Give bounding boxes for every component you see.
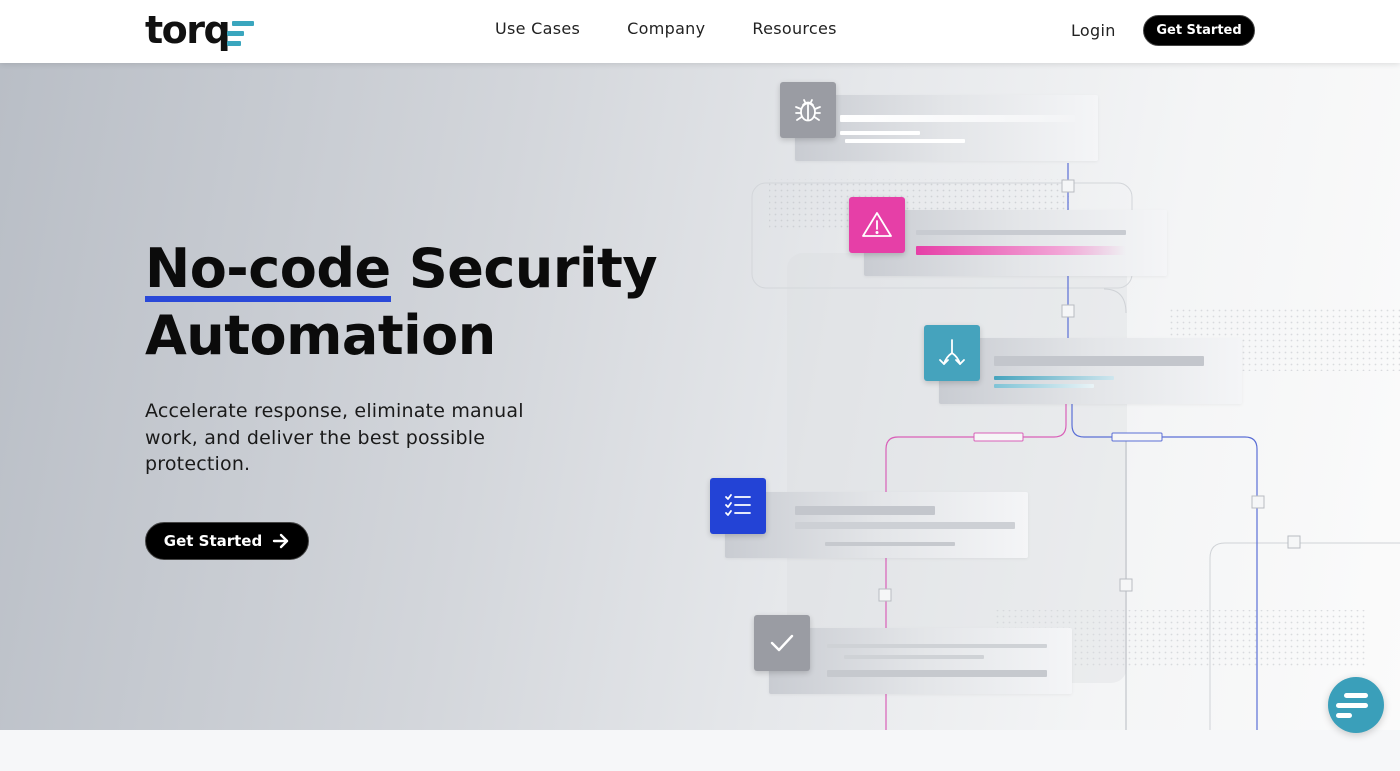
warning-icon xyxy=(849,197,905,253)
hero-subtitle: Accelerate response, eliminate manual wo… xyxy=(145,400,524,475)
main-nav: Use Cases Company Resources xyxy=(495,19,837,38)
hero-title-line2: Automation xyxy=(145,304,496,367)
site-header: torq Use Cases Company Resources Login G… xyxy=(0,0,1400,63)
chat-widget-button[interactable] xyxy=(1328,677,1384,733)
logo-bars-icon xyxy=(227,20,255,46)
nav-company[interactable]: Company xyxy=(627,19,705,38)
workflow-card-5 xyxy=(769,628,1072,694)
workflow-card-1 xyxy=(795,95,1098,161)
nav-use-cases[interactable]: Use Cases xyxy=(495,19,580,38)
bug-icon xyxy=(780,82,836,138)
workflow-card-2 xyxy=(864,210,1167,276)
hero-cta-label: Get Started xyxy=(163,532,263,550)
login-link[interactable]: Login xyxy=(1071,21,1116,40)
workflow-illustration xyxy=(0,63,1400,730)
hero-get-started-button[interactable]: Get Started xyxy=(145,522,309,560)
chat-icon xyxy=(1336,692,1368,718)
hero-title-rest: Security xyxy=(390,237,658,300)
hero-title: No-code Security Automation xyxy=(145,235,658,369)
workflow-card-3 xyxy=(939,338,1242,404)
checklist-icon xyxy=(710,478,766,534)
torq-logo[interactable]: torq xyxy=(145,9,255,51)
checkmark-icon xyxy=(754,615,810,671)
page-bottom-band xyxy=(0,730,1400,771)
branch-icon xyxy=(924,325,980,381)
hero-title-highlight: No-code xyxy=(145,237,391,302)
arrow-right-icon xyxy=(273,533,289,549)
workflow-card-4 xyxy=(725,492,1028,558)
hero-section: No-code Security Automation Accelerate r… xyxy=(0,63,1400,730)
header-get-started-button[interactable]: Get Started xyxy=(1143,15,1255,46)
nav-resources[interactable]: Resources xyxy=(752,19,836,38)
